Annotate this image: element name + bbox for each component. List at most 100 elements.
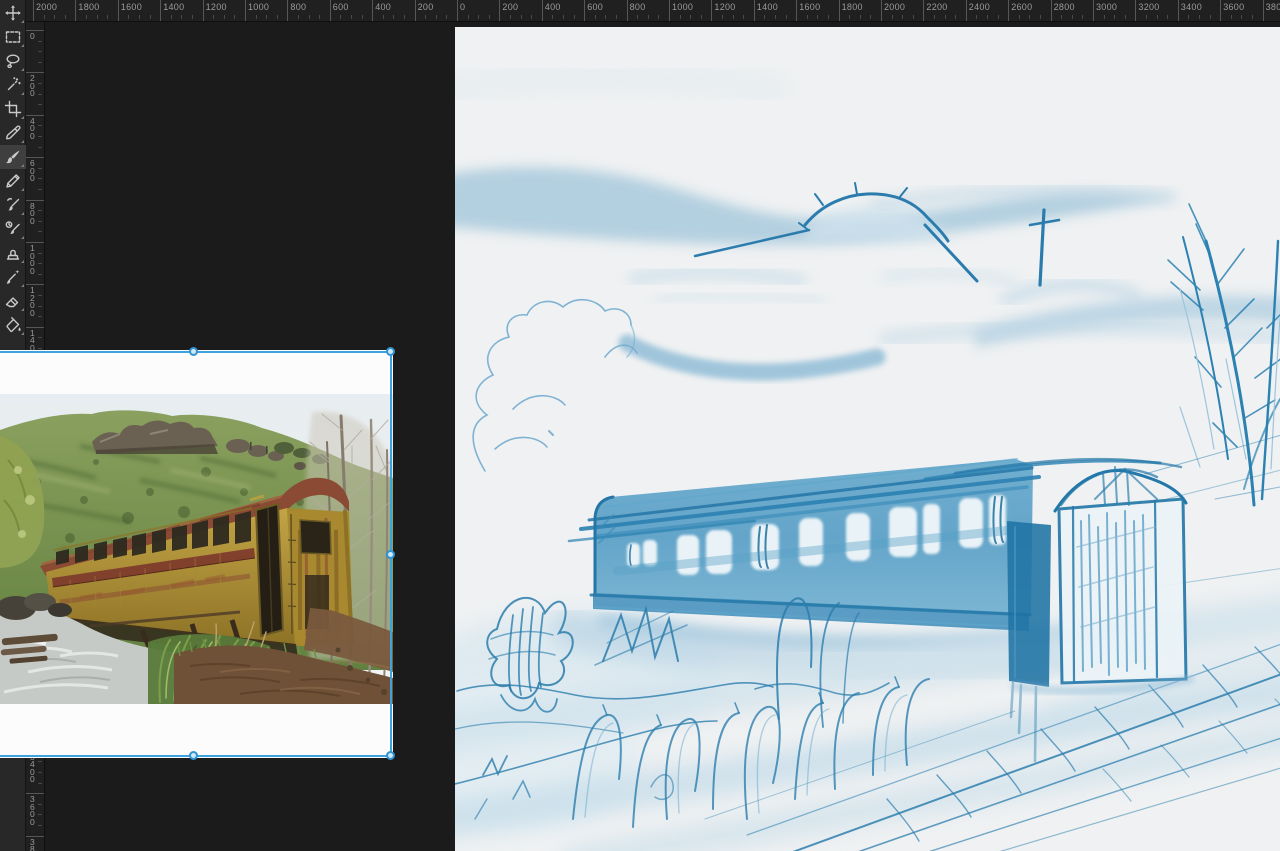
- ruler-tick: [1093, 0, 1094, 21]
- ruler-label: 1800: [841, 2, 863, 12]
- ruler-minor-tick: [1156, 15, 1158, 19]
- ruler-tick: [1135, 0, 1137, 21]
- ruler-minor-tick: [478, 15, 480, 19]
- ruler-minor-tick: [38, 125, 42, 127]
- app-window: 2000 1800 1600 1400 1200 1000 800 600 400 200 0 200…: [0, 0, 1280, 851]
- ruler-label: 600: [587, 2, 604, 12]
- transform-handle-top-right[interactable]: [386, 347, 395, 356]
- ruler-minor-tick: [38, 93, 42, 95]
- ruler-tick: [372, 0, 374, 21]
- ruler-minor-tick: [616, 15, 617, 19]
- ruler-minor-tick: [38, 61, 42, 63]
- tool-crop[interactable]: [0, 97, 26, 121]
- ruler-minor-tick: [690, 15, 692, 19]
- ruler-tick: [26, 242, 44, 243]
- ruler-tick: [1008, 0, 1010, 21]
- tool-pencil[interactable]: [0, 169, 26, 193]
- ruler-minor-tick: [488, 15, 490, 19]
- ruler-label: 3800: [1265, 2, 1280, 12]
- tool-brush[interactable]: [0, 145, 26, 169]
- ruler-minor-tick: [849, 15, 851, 19]
- transform-handle-right-middle[interactable]: [386, 550, 395, 559]
- ruler-minor-tick: [38, 761, 42, 763]
- ruler-minor-tick: [276, 15, 278, 19]
- ruler-tick: [1220, 0, 1222, 21]
- ruler-minor-tick: [38, 210, 42, 212]
- tool-clone-stamp[interactable]: [0, 241, 26, 265]
- ruler-minor-tick: [298, 15, 299, 19]
- ruler-label: 3600: [1223, 2, 1245, 12]
- ruler-tick: [626, 0, 628, 21]
- ruler-minor-tick: [870, 15, 872, 19]
- ruler-minor-tick: [743, 15, 745, 19]
- ruler-minor-tick: [38, 51, 42, 53]
- ruler-tick: [1262, 0, 1264, 21]
- tool-eyedropper[interactable]: [0, 121, 26, 145]
- ruler-minor-tick: [912, 15, 914, 19]
- ruler-label: 600: [332, 2, 349, 12]
- tool-history-brush[interactable]: [0, 217, 26, 241]
- ruler-minor-tick: [1209, 15, 1211, 19]
- ruler-tick: [329, 0, 331, 21]
- ruler-tick: [753, 0, 755, 21]
- ruler-label: 1400: [163, 2, 185, 12]
- ruler-minor-tick: [340, 15, 342, 19]
- ruler-minor-tick: [38, 252, 42, 254]
- ruler-minor-tick: [361, 15, 363, 19]
- tool-fill[interactable]: [0, 313, 26, 337]
- ruler-label: 200: [417, 2, 434, 12]
- ruler-tick: [26, 835, 44, 837]
- ruler-label: 1800: [78, 2, 100, 12]
- ruler-minor-tick: [38, 782, 42, 784]
- tool-magic-wand[interactable]: [0, 73, 26, 97]
- tool-flyout-icon: [21, 116, 24, 119]
- drawing-canvas[interactable]: [455, 27, 1280, 851]
- ruler-tick: [26, 157, 44, 159]
- ruler-minor-tick: [1167, 15, 1169, 19]
- ruler-minor-tick: [43, 15, 45, 19]
- ruler-label: 1000: [672, 2, 694, 12]
- ruler-horizontal[interactable]: 2000 1800 1600 1400 1200 1000 800 600 400 200 0 200…: [26, 0, 1280, 22]
- ruler-minor-tick: [96, 15, 98, 19]
- ruler-minor-tick: [987, 15, 988, 19]
- tool-eraser[interactable]: [0, 289, 26, 313]
- tool-healing-brush[interactable]: [0, 265, 26, 289]
- ruler-tick: [1050, 0, 1052, 21]
- ruler-minor-tick: [679, 15, 681, 19]
- tool-lasso[interactable]: [0, 49, 26, 73]
- tool-move[interactable]: [0, 1, 26, 25]
- ruler-tick: [160, 0, 162, 21]
- ruler-minor-tick: [934, 15, 935, 19]
- transform-handle-bottom-right[interactable]: [386, 751, 395, 760]
- ruler-label: 1 0 0 0: [30, 243, 35, 276]
- tool-mixer-brush[interactable]: [0, 193, 26, 217]
- ruler-tick: [414, 0, 416, 21]
- ruler-minor-tick: [38, 803, 42, 805]
- ruler-minor-tick: [38, 189, 42, 190]
- ruler-label: 1400: [756, 2, 779, 12]
- ruler-minor-tick: [319, 15, 321, 19]
- ruler-minor-tick: [828, 15, 829, 19]
- ruler-minor-tick: [764, 15, 766, 19]
- transform-handle-bottom-middle[interactable]: [189, 751, 198, 760]
- ruler-minor-tick: [38, 295, 42, 296]
- ruler-label: 200: [502, 2, 519, 12]
- reference-photo-layer[interactable]: [0, 347, 395, 760]
- ruler-minor-tick: [170, 15, 172, 19]
- ruler-tick: [26, 326, 44, 328]
- ruler-label: 2200: [926, 2, 948, 12]
- ruler-minor-tick: [997, 15, 999, 19]
- tool-rect-select[interactable]: [0, 25, 26, 49]
- ruler-tick: [26, 72, 44, 74]
- ruler-minor-tick: [1114, 15, 1116, 19]
- ruler-minor-tick: [38, 772, 42, 773]
- ruler-label: 2800: [1053, 2, 1075, 12]
- ruler-tick: [26, 30, 44, 31]
- tool-flyout-icon: [21, 260, 24, 263]
- ruler-label: 2 0 0: [30, 73, 35, 99]
- transform-handle-top-middle[interactable]: [189, 347, 198, 356]
- ruler-label: 2600: [1011, 2, 1033, 12]
- tool-flyout-icon: [21, 212, 24, 215]
- ruler-minor-tick: [944, 15, 946, 19]
- ruler-minor-tick: [552, 15, 554, 19]
